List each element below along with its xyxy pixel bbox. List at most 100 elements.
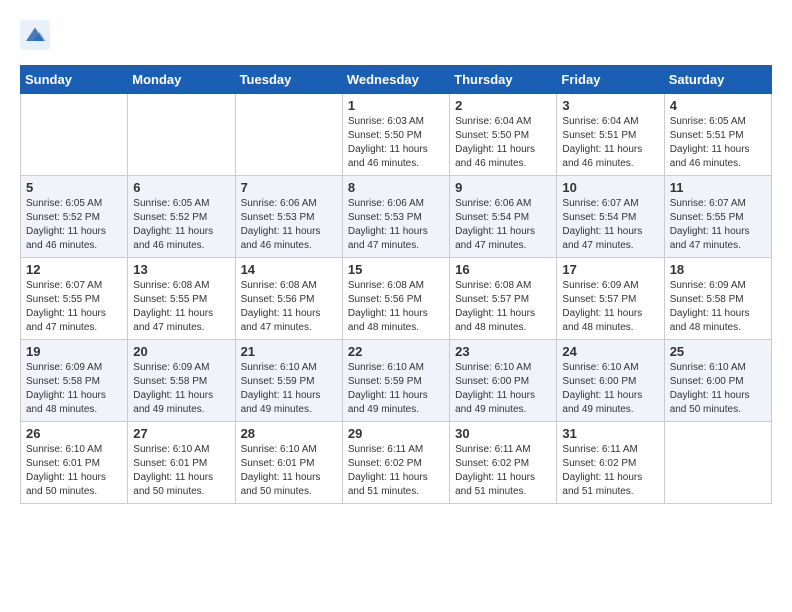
calendar-cell: 24 Sunrise: 6:10 AM Sunset: 6:00 PM Dayli… bbox=[557, 340, 664, 422]
day-info: Sunrise: 6:10 AM Sunset: 6:01 PM Dayligh… bbox=[133, 443, 229, 499]
day-number: 14 bbox=[241, 262, 337, 277]
day-number: 29 bbox=[348, 426, 444, 441]
day-number: 3 bbox=[562, 98, 658, 113]
day-number: 25 bbox=[670, 344, 766, 359]
logo bbox=[20, 20, 56, 50]
weekday-header: Monday bbox=[128, 66, 235, 94]
day-info: Sunrise: 6:07 AM Sunset: 5:55 PM Dayligh… bbox=[26, 279, 122, 335]
day-number: 15 bbox=[348, 262, 444, 277]
calendar-cell: 17Sunrise: 6:09 AM Sunset: 5:57 PM Dayli… bbox=[557, 258, 664, 340]
calendar-cell: 16 Sunrise: 6:08 AM Sunset: 5:57 PM Dayli… bbox=[450, 258, 557, 340]
day-info: Sunrise: 6:09 AM Sunset: 5:58 PM Dayligh… bbox=[133, 361, 229, 417]
day-info: Sunrise: 6:10 AM Sunset: 6:01 PM Dayligh… bbox=[241, 443, 337, 499]
day-info: Sunrise: 6:11 AM Sunset: 6:02 PM Dayligh… bbox=[348, 443, 444, 499]
calendar-cell: 11 Sunrise: 6:07 AM Sunset: 5:55 PM Dayli… bbox=[664, 176, 771, 258]
day-number: 9 bbox=[455, 180, 551, 195]
day-info: Sunrise: 6:07 AM Sunset: 5:55 PM Dayligh… bbox=[670, 197, 766, 253]
day-info: Sunrise: 6:10 AM Sunset: 6:00 PM Dayligh… bbox=[562, 361, 658, 417]
calendar-cell bbox=[664, 422, 771, 504]
day-info: Sunrise: 6:10 AM Sunset: 5:59 PM Dayligh… bbox=[348, 361, 444, 417]
day-number: 21 bbox=[241, 344, 337, 359]
day-info: Sunrise: 6:11 AM Sunset: 6:02 PM Dayligh… bbox=[455, 443, 551, 499]
day-number: 10 bbox=[562, 180, 658, 195]
day-info: Sunrise: 6:08 AM Sunset: 5:55 PM Dayligh… bbox=[133, 279, 229, 335]
day-info: Sunrise: 6:08 AM Sunset: 5:56 PM Dayligh… bbox=[241, 279, 337, 335]
weekday-header: Wednesday bbox=[342, 66, 449, 94]
day-info: Sunrise: 6:10 AM Sunset: 6:00 PM Dayligh… bbox=[670, 361, 766, 417]
weekday-header: Sunday bbox=[21, 66, 128, 94]
calendar-cell: 23 Sunrise: 6:10 AM Sunset: 6:00 PM Dayli… bbox=[450, 340, 557, 422]
weekday-header: Thursday bbox=[450, 66, 557, 94]
calendar-cell: 21 Sunrise: 6:10 AM Sunset: 5:59 PM Dayli… bbox=[235, 340, 342, 422]
calendar-cell: 26 Sunrise: 6:10 AM Sunset: 6:01 PM Dayli… bbox=[21, 422, 128, 504]
day-number: 8 bbox=[348, 180, 444, 195]
weekday-header: Friday bbox=[557, 66, 664, 94]
calendar-cell bbox=[128, 94, 235, 176]
day-number: 11 bbox=[670, 180, 766, 195]
day-info: Sunrise: 6:06 AM Sunset: 5:53 PM Dayligh… bbox=[241, 197, 337, 253]
calendar-cell: 27 Sunrise: 6:10 AM Sunset: 6:01 PM Dayli… bbox=[128, 422, 235, 504]
day-number: 17 bbox=[562, 262, 658, 277]
day-info: Sunrise: 6:10 AM Sunset: 6:01 PM Dayligh… bbox=[26, 443, 122, 499]
calendar-cell: 20 Sunrise: 6:09 AM Sunset: 5:58 PM Dayli… bbox=[128, 340, 235, 422]
day-info: Sunrise: 6:10 AM Sunset: 5:59 PM Dayligh… bbox=[241, 361, 337, 417]
day-number: 20 bbox=[133, 344, 229, 359]
day-info: Sunrise: 6:06 AM Sunset: 5:53 PM Dayligh… bbox=[348, 197, 444, 253]
day-number: 30 bbox=[455, 426, 551, 441]
day-number: 4 bbox=[670, 98, 766, 113]
day-info: Sunrise: 6:08 AM Sunset: 5:56 PM Dayligh… bbox=[348, 279, 444, 335]
calendar-cell: 2 Sunrise: 6:04 AM Sunset: 5:50 PM Daylig… bbox=[450, 94, 557, 176]
day-number: 12 bbox=[26, 262, 122, 277]
day-number: 23 bbox=[455, 344, 551, 359]
calendar-cell: 5Sunrise: 6:05 AM Sunset: 5:52 PM Daylig… bbox=[21, 176, 128, 258]
day-number: 28 bbox=[241, 426, 337, 441]
day-number: 24 bbox=[562, 344, 658, 359]
day-info: Sunrise: 6:05 AM Sunset: 5:52 PM Dayligh… bbox=[133, 197, 229, 253]
calendar-cell: 15 Sunrise: 6:08 AM Sunset: 5:56 PM Dayli… bbox=[342, 258, 449, 340]
calendar-cell: 18 Sunrise: 6:09 AM Sunset: 5:58 PM Dayli… bbox=[664, 258, 771, 340]
calendar-cell: 3Sunrise: 6:04 AM Sunset: 5:51 PM Daylig… bbox=[557, 94, 664, 176]
calendar-cell: 14 Sunrise: 6:08 AM Sunset: 5:56 PM Dayli… bbox=[235, 258, 342, 340]
logo-icon bbox=[20, 20, 50, 50]
day-info: Sunrise: 6:03 AM Sunset: 5:50 PM Dayligh… bbox=[348, 115, 444, 171]
day-info: Sunrise: 6:04 AM Sunset: 5:50 PM Dayligh… bbox=[455, 115, 551, 171]
day-info: Sunrise: 6:07 AM Sunset: 5:54 PM Dayligh… bbox=[562, 197, 658, 253]
calendar-week-row: 12 Sunrise: 6:07 AM Sunset: 5:55 PM Dayli… bbox=[21, 258, 772, 340]
calendar-week-row: 19Sunrise: 6:09 AM Sunset: 5:58 PM Dayli… bbox=[21, 340, 772, 422]
day-number: 7 bbox=[241, 180, 337, 195]
day-info: Sunrise: 6:08 AM Sunset: 5:57 PM Dayligh… bbox=[455, 279, 551, 335]
day-number: 22 bbox=[348, 344, 444, 359]
day-number: 18 bbox=[670, 262, 766, 277]
calendar-table: SundayMondayTuesdayWednesdayThursdayFrid… bbox=[20, 65, 772, 504]
day-number: 31 bbox=[562, 426, 658, 441]
day-number: 26 bbox=[26, 426, 122, 441]
calendar-cell: 12 Sunrise: 6:07 AM Sunset: 5:55 PM Dayli… bbox=[21, 258, 128, 340]
calendar-cell: 7 Sunrise: 6:06 AM Sunset: 5:53 PM Daylig… bbox=[235, 176, 342, 258]
calendar-cell: 31Sunrise: 6:11 AM Sunset: 6:02 PM Dayli… bbox=[557, 422, 664, 504]
day-info: Sunrise: 6:09 AM Sunset: 5:58 PM Dayligh… bbox=[670, 279, 766, 335]
day-info: Sunrise: 6:05 AM Sunset: 5:51 PM Dayligh… bbox=[670, 115, 766, 171]
weekday-header: Saturday bbox=[664, 66, 771, 94]
weekday-header: Tuesday bbox=[235, 66, 342, 94]
calendar-cell: 8 Sunrise: 6:06 AM Sunset: 5:53 PM Daylig… bbox=[342, 176, 449, 258]
day-number: 6 bbox=[133, 180, 229, 195]
calendar-cell: 22 Sunrise: 6:10 AM Sunset: 5:59 PM Dayli… bbox=[342, 340, 449, 422]
calendar-cell: 28 Sunrise: 6:10 AM Sunset: 6:01 PM Dayli… bbox=[235, 422, 342, 504]
calendar-cell: 29 Sunrise: 6:11 AM Sunset: 6:02 PM Dayli… bbox=[342, 422, 449, 504]
day-number: 2 bbox=[455, 98, 551, 113]
page-header bbox=[20, 20, 772, 50]
calendar-cell: 10 Sunrise: 6:07 AM Sunset: 5:54 PM Dayli… bbox=[557, 176, 664, 258]
day-info: Sunrise: 6:05 AM Sunset: 5:52 PM Dayligh… bbox=[26, 197, 122, 253]
calendar-cell: 4 Sunrise: 6:05 AM Sunset: 5:51 PM Daylig… bbox=[664, 94, 771, 176]
calendar-week-row: 26 Sunrise: 6:10 AM Sunset: 6:01 PM Dayli… bbox=[21, 422, 772, 504]
weekday-header-row: SundayMondayTuesdayWednesdayThursdayFrid… bbox=[21, 66, 772, 94]
calendar-cell: 1 Sunrise: 6:03 AM Sunset: 5:50 PM Daylig… bbox=[342, 94, 449, 176]
day-number: 1 bbox=[348, 98, 444, 113]
calendar-cell bbox=[235, 94, 342, 176]
calendar-cell: 13Sunrise: 6:08 AM Sunset: 5:55 PM Dayli… bbox=[128, 258, 235, 340]
day-info: Sunrise: 6:10 AM Sunset: 6:00 PM Dayligh… bbox=[455, 361, 551, 417]
calendar-cell: 30 Sunrise: 6:11 AM Sunset: 6:02 PM Dayli… bbox=[450, 422, 557, 504]
day-info: Sunrise: 6:09 AM Sunset: 5:58 PM Dayligh… bbox=[26, 361, 122, 417]
day-number: 16 bbox=[455, 262, 551, 277]
day-number: 27 bbox=[133, 426, 229, 441]
